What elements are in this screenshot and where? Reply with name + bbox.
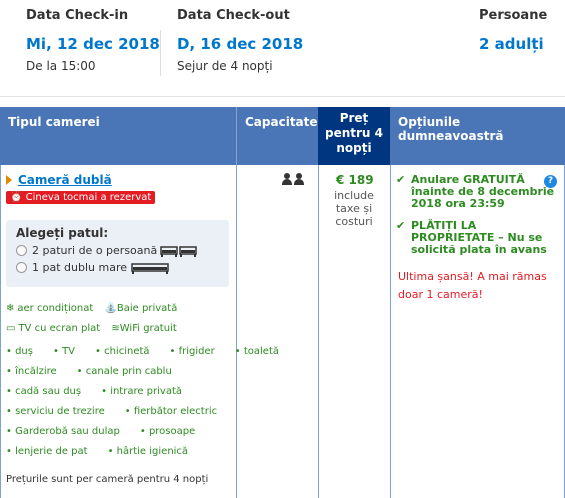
- bed-option-label: 1 pat dublu mare: [32, 261, 127, 274]
- amenity-list-row: • cadă sau duș • intrare privată: [6, 386, 183, 397]
- last-chance-message: Ultima șansă! A mai rămas doar 1 cameră!: [398, 270, 547, 301]
- table-border: [390, 165, 391, 498]
- col-options: Opțiunile dumneavoastră: [398, 115, 504, 143]
- col-price-line3: nopți: [336, 141, 372, 155]
- capacity-icons: [282, 173, 304, 186]
- col-capacity: Capacitate: [245, 115, 318, 129]
- recently-booked-text: Cineva tocmai a rezervat: [25, 192, 152, 203]
- stay-summary: Data Check-in Mi, 12 dec 2018 De la 15:0…: [0, 0, 565, 97]
- col-price-line2: pentru 4: [325, 126, 383, 140]
- stay-length: Sejur de 4 nopți: [177, 59, 273, 73]
- pay-at-property-option: ✔ PLĂTIȚI LA PROPRIETATE – Nu se solicit…: [396, 219, 547, 256]
- amenity-list-row: • Garderobă sau dulap • prosoape: [6, 426, 196, 437]
- price-includes-note: include taxe și costuri: [334, 189, 374, 228]
- help-icon[interactable]: ?: [544, 175, 557, 188]
- room-table-header: Tipul camerei Capacitate Preț pentru 4 n…: [0, 107, 565, 165]
- amenity-list-row: • serviciu de trezire • fierbător electri…: [6, 406, 218, 417]
- room-name-link[interactable]: Cameră dublă: [18, 173, 112, 187]
- amenity-ac: ❄ aer condiționat ⛲Baie privată: [6, 303, 178, 314]
- price-per-room-note: Prețurile sunt per cameră pentru 4 nopți: [6, 474, 209, 485]
- checkin-date: Mi, 12 dec 2018: [26, 35, 160, 53]
- guests-label: Persoane: [479, 8, 548, 23]
- col-price-line1: Preț: [339, 111, 369, 125]
- divider: [160, 30, 161, 76]
- bed-choice-box: Alegeți patul: 2 paturi de o persoană 1 …: [6, 220, 229, 287]
- bed-option-double[interactable]: 1 pat dublu mare: [16, 261, 219, 274]
- shower-icon: ⛲: [104, 303, 117, 314]
- table-border: [0, 165, 1, 498]
- amenity-bath: Baie privată: [116, 303, 178, 314]
- bed-choice-title: Alegeți patul:: [16, 226, 109, 240]
- checkmark-icon: ✔: [396, 219, 406, 232]
- amenity-list-row: • lenjerie de pat • hârtie igienică: [6, 446, 189, 457]
- amenity-tv: ▭ TV cu ecran plat ≋WiFi gratuit: [6, 323, 177, 334]
- guests-block: Persoane 2 adulți: [479, 8, 547, 53]
- checkout-label: Data Check-out: [177, 8, 290, 23]
- snowflake-icon: ❄: [6, 303, 15, 314]
- bed-option-radio[interactable]: [16, 245, 27, 256]
- price-value: € 189: [336, 173, 374, 187]
- double-bed-icon: [131, 262, 169, 274]
- recently-booked-badge: ⏰ Cineva tocmai a rezervat: [6, 191, 156, 204]
- wifi-icon: ≋: [111, 323, 120, 334]
- single-bed-icon: [160, 245, 197, 257]
- free-cancellation-option: ✔ Anulare GRATUITĂ înainte de 8 decembri…: [396, 173, 555, 210]
- col-room-type: Tipul camerei: [8, 115, 100, 129]
- bed-option-label: 2 paturi de o persoană: [32, 244, 158, 257]
- checkmark-icon: ✔: [396, 173, 406, 186]
- checkin-block: Data Check-in Mi, 12 dec 2018 De la 15:0…: [26, 8, 160, 73]
- checkin-label: Data Check-in: [26, 8, 129, 23]
- col-price: Preț pentru 4 nopți: [318, 107, 390, 165]
- checkout-block: Data Check-out D, 16 dec 2018 Sejur de 4…: [177, 8, 303, 73]
- checkin-time: De la 15:00: [26, 59, 96, 73]
- amenity-wifi: WiFi gratuit: [119, 323, 177, 334]
- bed-option-radio[interactable]: [16, 262, 27, 273]
- expand-triangle-icon: [6, 175, 12, 185]
- guests-value: 2 adulți: [479, 35, 544, 53]
- person-icon: [282, 173, 292, 186]
- amenity-list-row: • duș • TV • chicinetă • frigider • toaletă: [6, 346, 279, 357]
- table-border: [236, 165, 237, 498]
- amenity-list-row: • încălzire • canale prin cablu: [6, 366, 172, 377]
- room-name[interactable]: Cameră dublă: [6, 173, 112, 187]
- alarm-clock-icon: ⏰: [10, 192, 23, 203]
- person-icon: [294, 173, 304, 186]
- tv-icon: ▭: [6, 323, 16, 334]
- checkout-date: D, 16 dec 2018: [177, 35, 304, 53]
- bed-option-twin[interactable]: 2 paturi de o persoană: [16, 244, 219, 257]
